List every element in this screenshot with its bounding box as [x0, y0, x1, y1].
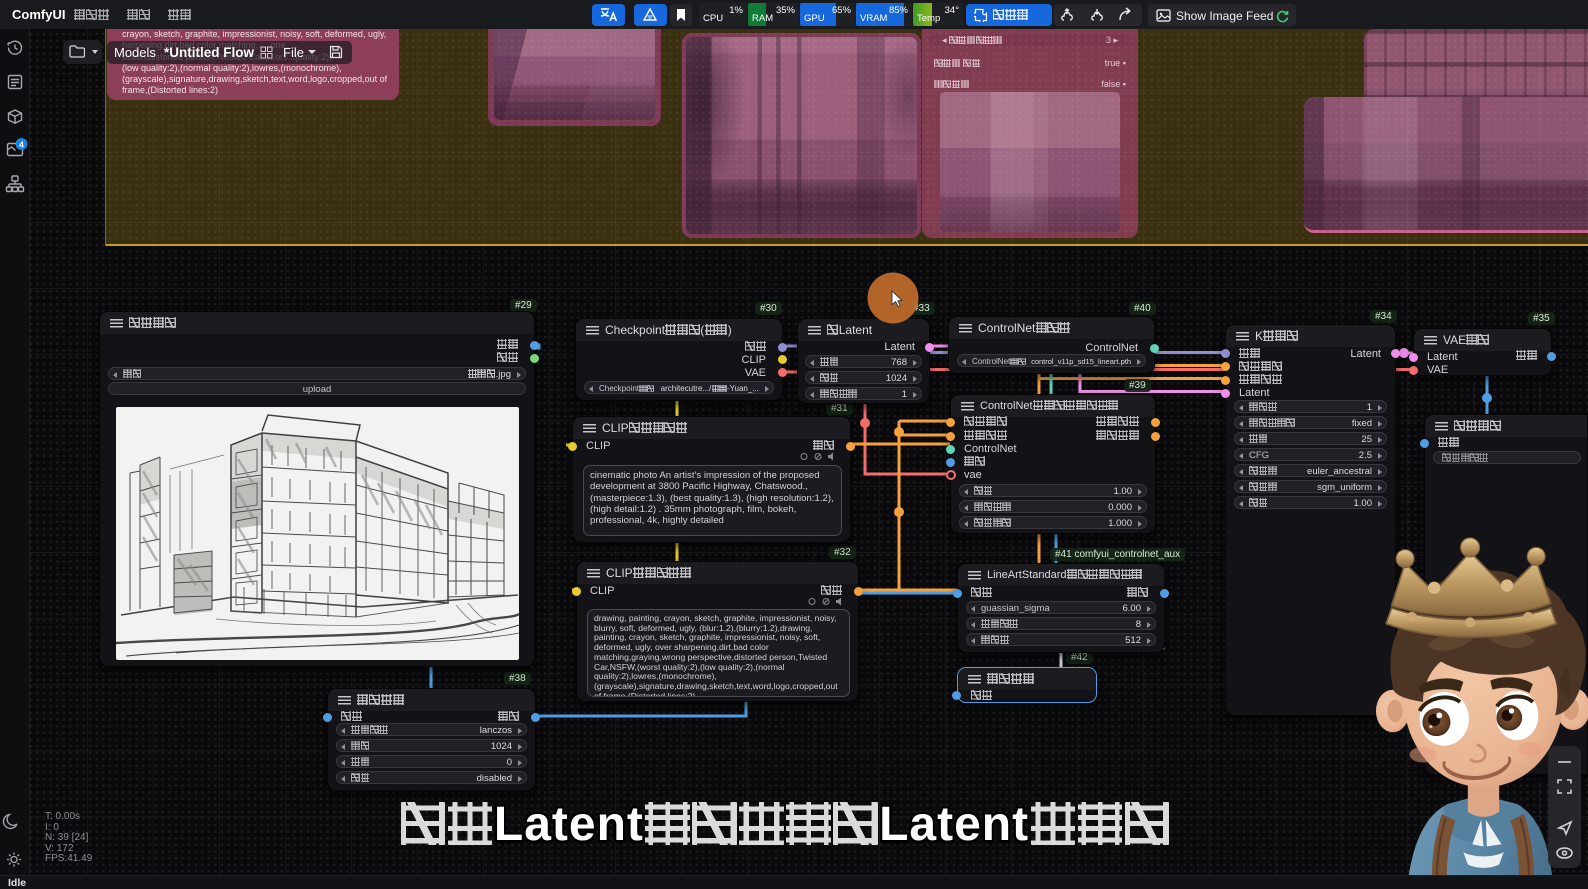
- svg-text:4: 4: [19, 140, 24, 150]
